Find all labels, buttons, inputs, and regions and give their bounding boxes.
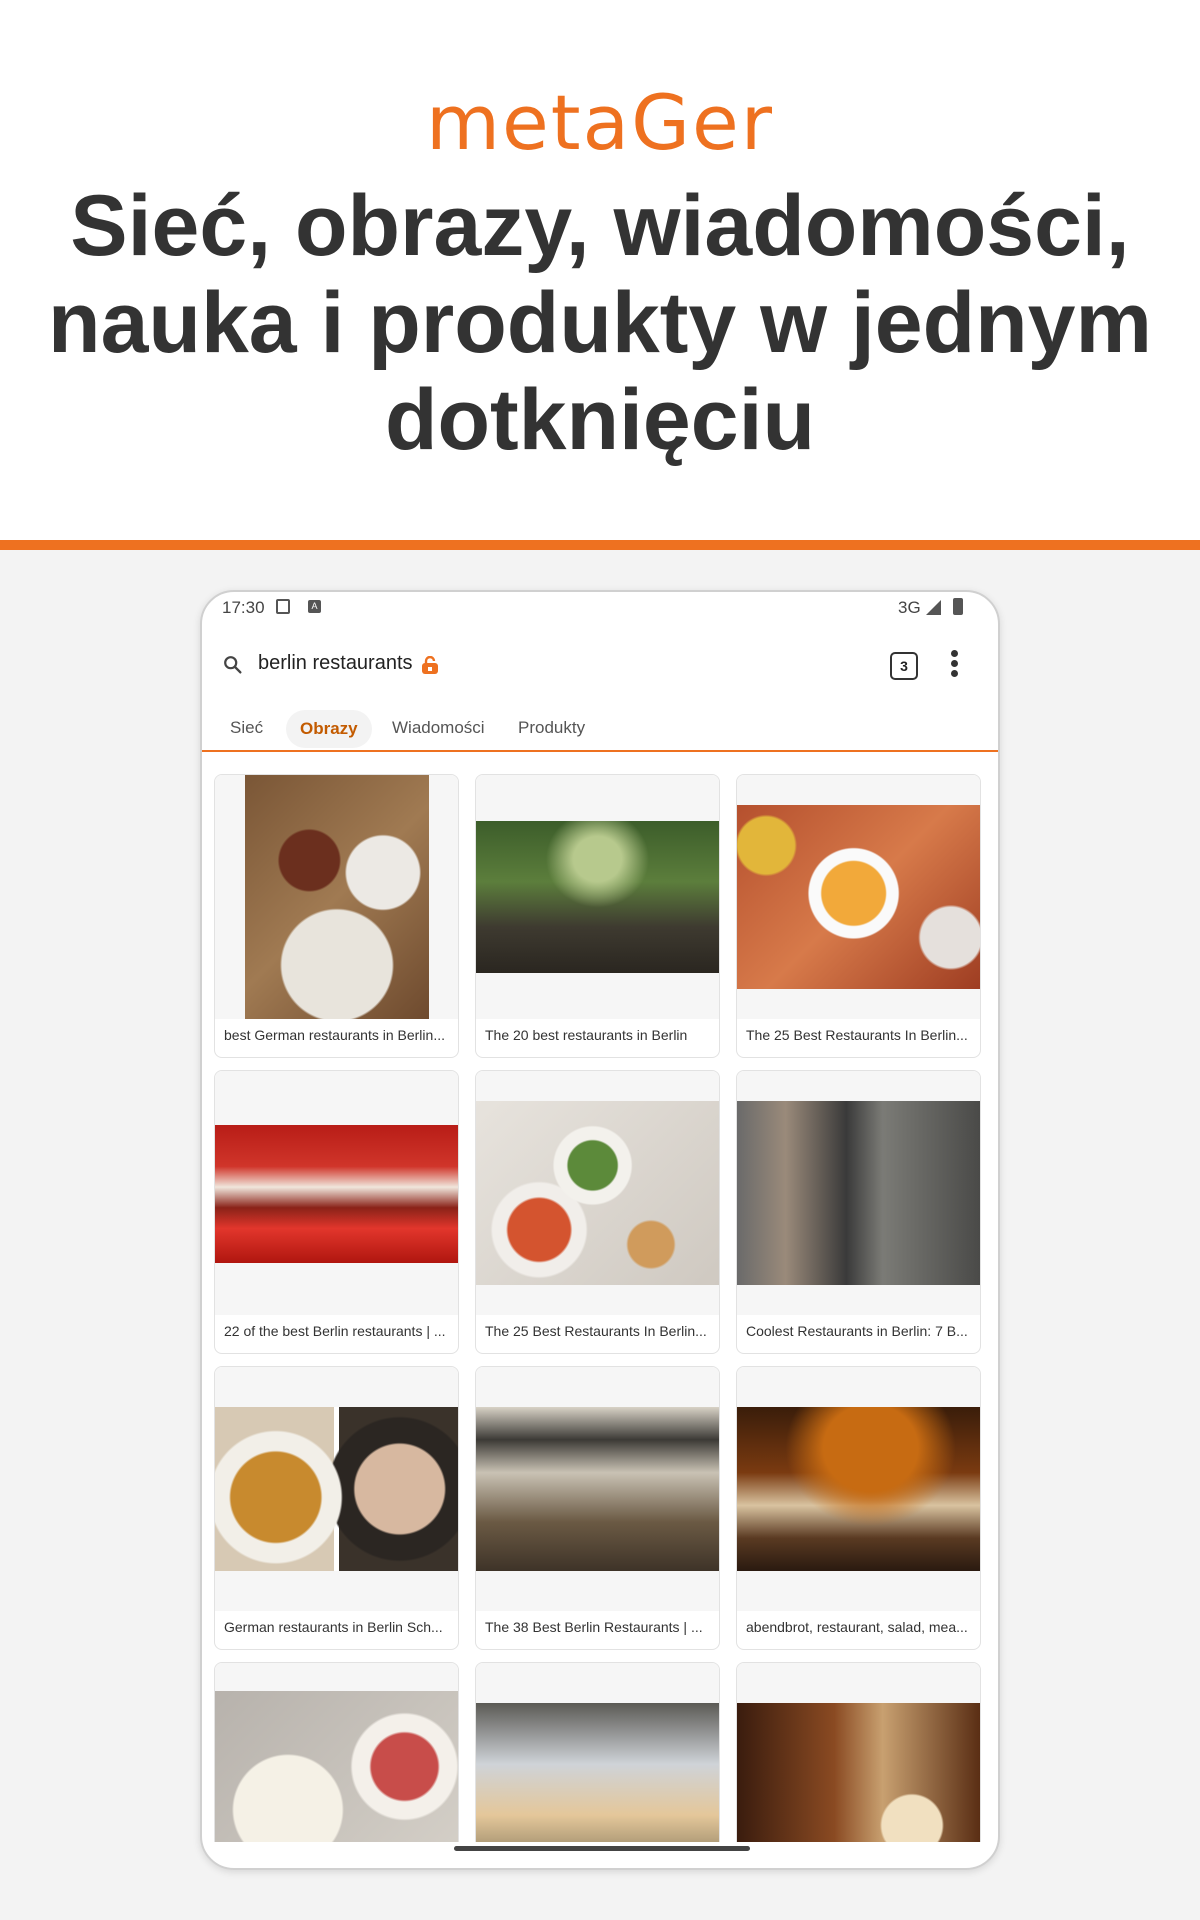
- network-type: 3G: [898, 598, 921, 617]
- tab-produkty[interactable]: Produkty: [518, 718, 585, 738]
- keyboard-notification-icon: A: [308, 600, 321, 613]
- image-result[interactable]: [214, 1662, 459, 1842]
- image-result[interactable]: German restaurants in Berlin Sch...: [214, 1366, 459, 1650]
- result-thumbnail: [737, 1101, 980, 1285]
- tab-switcher-button[interactable]: 3: [890, 652, 918, 680]
- result-thumbnail: [476, 821, 719, 973]
- result-thumbnail: [215, 1691, 458, 1842]
- divider: [0, 540, 1200, 550]
- result-caption: The 38 Best Berlin Restaurants | ...: [485, 1619, 703, 1635]
- tab-wiadomosci[interactable]: Wiadomości: [392, 718, 485, 738]
- search-bar[interactable]: berlin restaurants 3: [202, 624, 998, 708]
- image-result[interactable]: The 25 Best Restaurants In Berlin...: [736, 774, 981, 1058]
- result-caption: best German restaurants in Berlin...: [224, 1027, 445, 1043]
- image-result[interactable]: The 38 Best Berlin Restaurants | ...: [475, 1366, 720, 1650]
- result-caption: Coolest Restaurants in Berlin: 7 B...: [746, 1323, 968, 1339]
- result-caption: German restaurants in Berlin Sch...: [224, 1619, 443, 1635]
- image-result[interactable]: [475, 1662, 720, 1842]
- result-thumbnail: [737, 1703, 980, 1842]
- result-caption: 22 of the best Berlin restaurants | ...: [224, 1323, 446, 1339]
- image-result[interactable]: abendbrot, restaurant, salad, mea...: [736, 1366, 981, 1650]
- image-result[interactable]: The 20 best restaurants in Berlin: [475, 774, 720, 1058]
- screenshot-notification-icon: [276, 599, 290, 614]
- tab-obrazy[interactable]: Obrazy: [286, 710, 372, 748]
- more-menu-icon[interactable]: [948, 648, 960, 682]
- signal-icon: [926, 600, 941, 615]
- result-thumbnail: [476, 1407, 719, 1571]
- result-thumbnail: [737, 1407, 980, 1571]
- search-input[interactable]: berlin restaurants: [258, 652, 413, 675]
- metager-logo: metaGer: [425, 78, 775, 167]
- status-time: 17:30: [222, 598, 265, 617]
- metager-lock-icon: [422, 656, 438, 674]
- result-thumbnail: [245, 775, 429, 1019]
- home-indicator[interactable]: [454, 1846, 750, 1851]
- category-tabs: Sieć Obrazy Wiadomości Produkty: [202, 708, 998, 752]
- result-thumbnail: [215, 1407, 458, 1571]
- promo-headline: Sieć, obrazy, wiadomości, nauka i produk…: [48, 178, 1152, 468]
- image-result[interactable]: [736, 1662, 981, 1842]
- promo-header: metaGer Sieć, obrazy, wiadomości, nauka …: [0, 0, 1200, 540]
- image-result[interactable]: best German restaurants in Berlin...: [214, 774, 459, 1058]
- result-caption: abendbrot, restaurant, salad, mea...: [746, 1619, 968, 1635]
- image-result[interactable]: 22 of the best Berlin restaurants | ...: [214, 1070, 459, 1354]
- battery-icon: [953, 598, 963, 615]
- result-thumbnail: [476, 1101, 719, 1285]
- image-results-grid: best German restaurants in Berlin... The…: [214, 774, 990, 1842]
- result-caption: The 25 Best Restaurants In Berlin...: [746, 1027, 968, 1043]
- result-thumbnail: [215, 1125, 458, 1263]
- result-thumbnail: [737, 805, 980, 989]
- phone-screenshot: 17:30 A 3G berlin restaurants 3 Sieć Obr…: [200, 590, 1000, 1870]
- result-caption: The 20 best restaurants in Berlin: [485, 1027, 688, 1043]
- search-icon: [224, 656, 242, 674]
- result-thumbnail: [476, 1703, 719, 1842]
- image-result[interactable]: The 25 Best Restaurants In Berlin...: [475, 1070, 720, 1354]
- image-result[interactable]: Coolest Restaurants in Berlin: 7 B...: [736, 1070, 981, 1354]
- tab-siec[interactable]: Sieć: [230, 718, 263, 738]
- result-caption: The 25 Best Restaurants In Berlin...: [485, 1323, 707, 1339]
- status-bar: 17:30 A 3G: [202, 592, 998, 624]
